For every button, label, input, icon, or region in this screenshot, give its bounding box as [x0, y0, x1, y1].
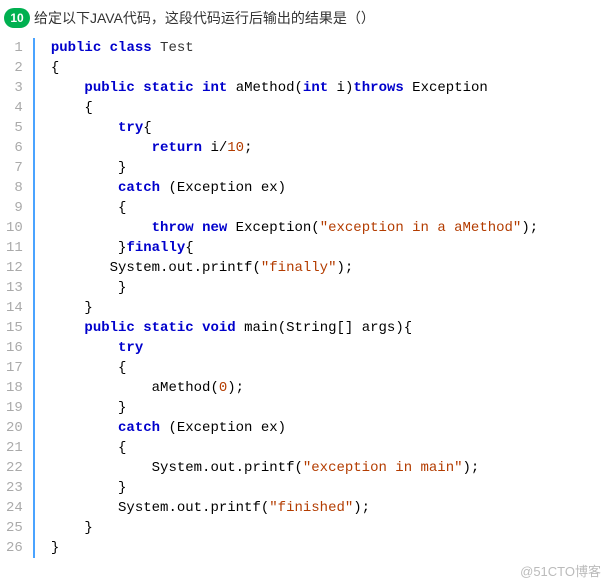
line-number: 9 — [6, 198, 23, 218]
line-number: 13 — [6, 278, 23, 298]
line-number: 17 — [6, 358, 23, 378]
code-line: catch (Exception ex) — [51, 178, 609, 198]
line-number: 10 — [6, 218, 23, 238]
line-number: 23 — [6, 478, 23, 498]
line-number: 24 — [6, 498, 23, 518]
code-line: { — [51, 98, 609, 118]
line-number: 22 — [6, 458, 23, 478]
line-number: 19 — [6, 398, 23, 418]
code-line: } — [51, 278, 609, 298]
line-number: 7 — [6, 158, 23, 178]
code-line: System.out.printf("exception in main"); — [51, 458, 609, 478]
line-number: 20 — [6, 418, 23, 438]
code-line: } — [51, 518, 609, 538]
code-line: } — [51, 538, 609, 558]
code-line: { — [51, 438, 609, 458]
line-number: 11 — [6, 238, 23, 258]
line-number: 25 — [6, 518, 23, 538]
code-line: } — [51, 158, 609, 178]
code-line: } — [51, 398, 609, 418]
line-number: 21 — [6, 438, 23, 458]
line-number: 5 — [6, 118, 23, 138]
code-line: try{ — [51, 118, 609, 138]
code-line: { — [51, 358, 609, 378]
line-number: 8 — [6, 178, 23, 198]
code-content: public class Test { public static int aM… — [35, 38, 609, 558]
line-number: 1 — [6, 38, 23, 58]
code-line: } — [51, 478, 609, 498]
line-number: 14 — [6, 298, 23, 318]
question-number-badge: 10 — [4, 8, 30, 28]
code-line: try — [51, 338, 609, 358]
code-line: throw new Exception("exception in a aMet… — [51, 218, 609, 238]
question-header: 10 给定以下JAVA代码，这段代码运行后输出的结果是（） — [0, 0, 609, 38]
question-text: 给定以下JAVA代码，这段代码运行后输出的结果是（） — [34, 8, 375, 28]
code-line: }finally{ — [51, 238, 609, 258]
code-line: return i/10; — [51, 138, 609, 158]
code-line: public class Test — [51, 38, 609, 58]
code-line: { — [51, 58, 609, 78]
code-line: public static void main(String[] args){ — [51, 318, 609, 338]
code-line: catch (Exception ex) — [51, 418, 609, 438]
code-line: aMethod(0); — [51, 378, 609, 398]
code-block: 1 2 3 4 5 6 7 8 9 10 11 12 13 14 15 16 1… — [0, 38, 609, 558]
line-number: 4 — [6, 98, 23, 118]
line-number: 12 — [6, 258, 23, 278]
code-line: { — [51, 198, 609, 218]
line-number: 18 — [6, 378, 23, 398]
line-number: 6 — [6, 138, 23, 158]
line-number-gutter: 1 2 3 4 5 6 7 8 9 10 11 12 13 14 15 16 1… — [2, 38, 35, 558]
line-number: 3 — [6, 78, 23, 98]
line-number: 16 — [6, 338, 23, 358]
code-line: public static int aMethod(int i)throws E… — [51, 78, 609, 98]
watermark-text: @51CTO博客 — [520, 561, 601, 580]
code-line: System.out.printf("finally"); — [51, 258, 609, 278]
code-line: System.out.printf("finished"); — [51, 498, 609, 518]
line-number: 26 — [6, 538, 23, 558]
line-number: 15 — [6, 318, 23, 338]
line-number: 2 — [6, 58, 23, 78]
code-line: } — [51, 298, 609, 318]
